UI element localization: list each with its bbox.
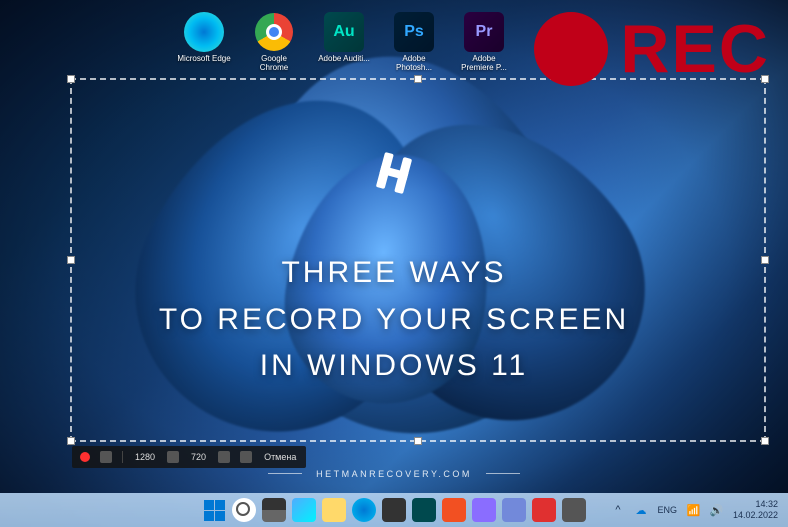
divider-line [486, 473, 520, 474]
audition-shortcut[interactable]: Au Adobe Auditi... [316, 12, 372, 73]
desktop-icons-row: Microsoft Edge Google Chrome Au Adobe Au… [176, 12, 512, 73]
file-explorer-button[interactable] [322, 498, 346, 522]
app-taskbar-button[interactable] [472, 498, 496, 522]
volume-icon[interactable]: 🔊 [710, 504, 723, 517]
wifi-icon[interactable]: 📶 [687, 504, 700, 517]
icon-label: Google Chrome [246, 55, 302, 73]
cancel-button[interactable]: Отмена [262, 452, 298, 462]
app-taskbar-button[interactable] [532, 498, 556, 522]
onedrive-icon[interactable]: ☁ [634, 504, 647, 517]
resize-handle-br[interactable] [761, 437, 769, 445]
date-value: 14.02.2022 [733, 510, 778, 521]
thumbnail-container: Microsoft Edge Google Chrome Au Adobe Au… [0, 0, 788, 527]
photoshop-icon: Ps [394, 12, 434, 52]
divider-line [268, 473, 302, 474]
icon-label: Microsoft Edge [177, 55, 230, 64]
resize-handle-tl[interactable] [67, 75, 75, 83]
width-value: 1280 [133, 452, 157, 462]
edge-taskbar-button[interactable] [352, 498, 376, 522]
start-button[interactable] [202, 498, 226, 522]
time-value: 14:32 [733, 499, 778, 510]
edge-shortcut[interactable]: Microsoft Edge [176, 12, 232, 73]
app-taskbar-button[interactable] [382, 498, 406, 522]
windows-taskbar: ^ ☁ ENG 📶 🔊 14:32 14.02.2022 [0, 493, 788, 527]
audition-icon: Au [324, 12, 364, 52]
title-line-2: TO RECORD YOUR SCREEN [0, 297, 788, 344]
pointer-icon[interactable] [218, 451, 230, 463]
rec-label: REC [620, 10, 770, 88]
app-taskbar-button[interactable] [412, 498, 436, 522]
watermark-text: HETMANRECOVERY.COM [316, 469, 472, 479]
height-value: 720 [189, 452, 208, 462]
app-taskbar-button[interactable] [562, 498, 586, 522]
title-line-3: IN WINDOWS 11 [0, 343, 788, 390]
tray-chevron-icon[interactable]: ^ [611, 504, 624, 517]
edge-icon [184, 12, 224, 52]
taskbar-center-icons [202, 498, 586, 522]
task-view-button[interactable] [262, 498, 286, 522]
record-dot-icon [534, 12, 608, 86]
crop-icon[interactable] [240, 451, 252, 463]
chrome-icon [254, 12, 294, 52]
hetman-logo-icon [366, 145, 422, 206]
icon-label: Adobe Photosh... [386, 55, 442, 73]
photoshop-shortcut[interactable]: Ps Adobe Photosh... [386, 12, 442, 73]
lock-aspect-icon[interactable] [167, 451, 179, 463]
widgets-button[interactable] [292, 498, 316, 522]
title-block: THREE WAYS TO RECORD YOUR SCREEN IN WIND… [0, 250, 788, 390]
settings-icon[interactable] [100, 451, 112, 463]
app-taskbar-button[interactable] [502, 498, 526, 522]
premiere-icon: Pr [464, 12, 504, 52]
search-button[interactable] [232, 498, 256, 522]
icon-label: Adobe Premiere P... [456, 55, 512, 73]
resize-handle-tm[interactable] [414, 75, 422, 83]
resize-handle-bm[interactable] [414, 437, 422, 445]
record-button[interactable] [80, 452, 90, 462]
clock[interactable]: 14:32 14.02.2022 [733, 499, 778, 521]
app-taskbar-button[interactable] [442, 498, 466, 522]
resize-handle-bl[interactable] [67, 437, 75, 445]
system-tray: ^ ☁ ENG 📶 🔊 14:32 14.02.2022 [611, 499, 778, 521]
rec-indicator: REC [534, 10, 770, 88]
watermark: HETMANRECOVERY.COM [0, 465, 788, 483]
icon-label: Adobe Auditi... [318, 55, 370, 64]
title-line-1: THREE WAYS [0, 250, 788, 297]
chrome-shortcut[interactable]: Google Chrome [246, 12, 302, 73]
language-indicator[interactable]: ENG [657, 505, 677, 515]
premiere-shortcut[interactable]: Pr Adobe Premiere P... [456, 12, 512, 73]
